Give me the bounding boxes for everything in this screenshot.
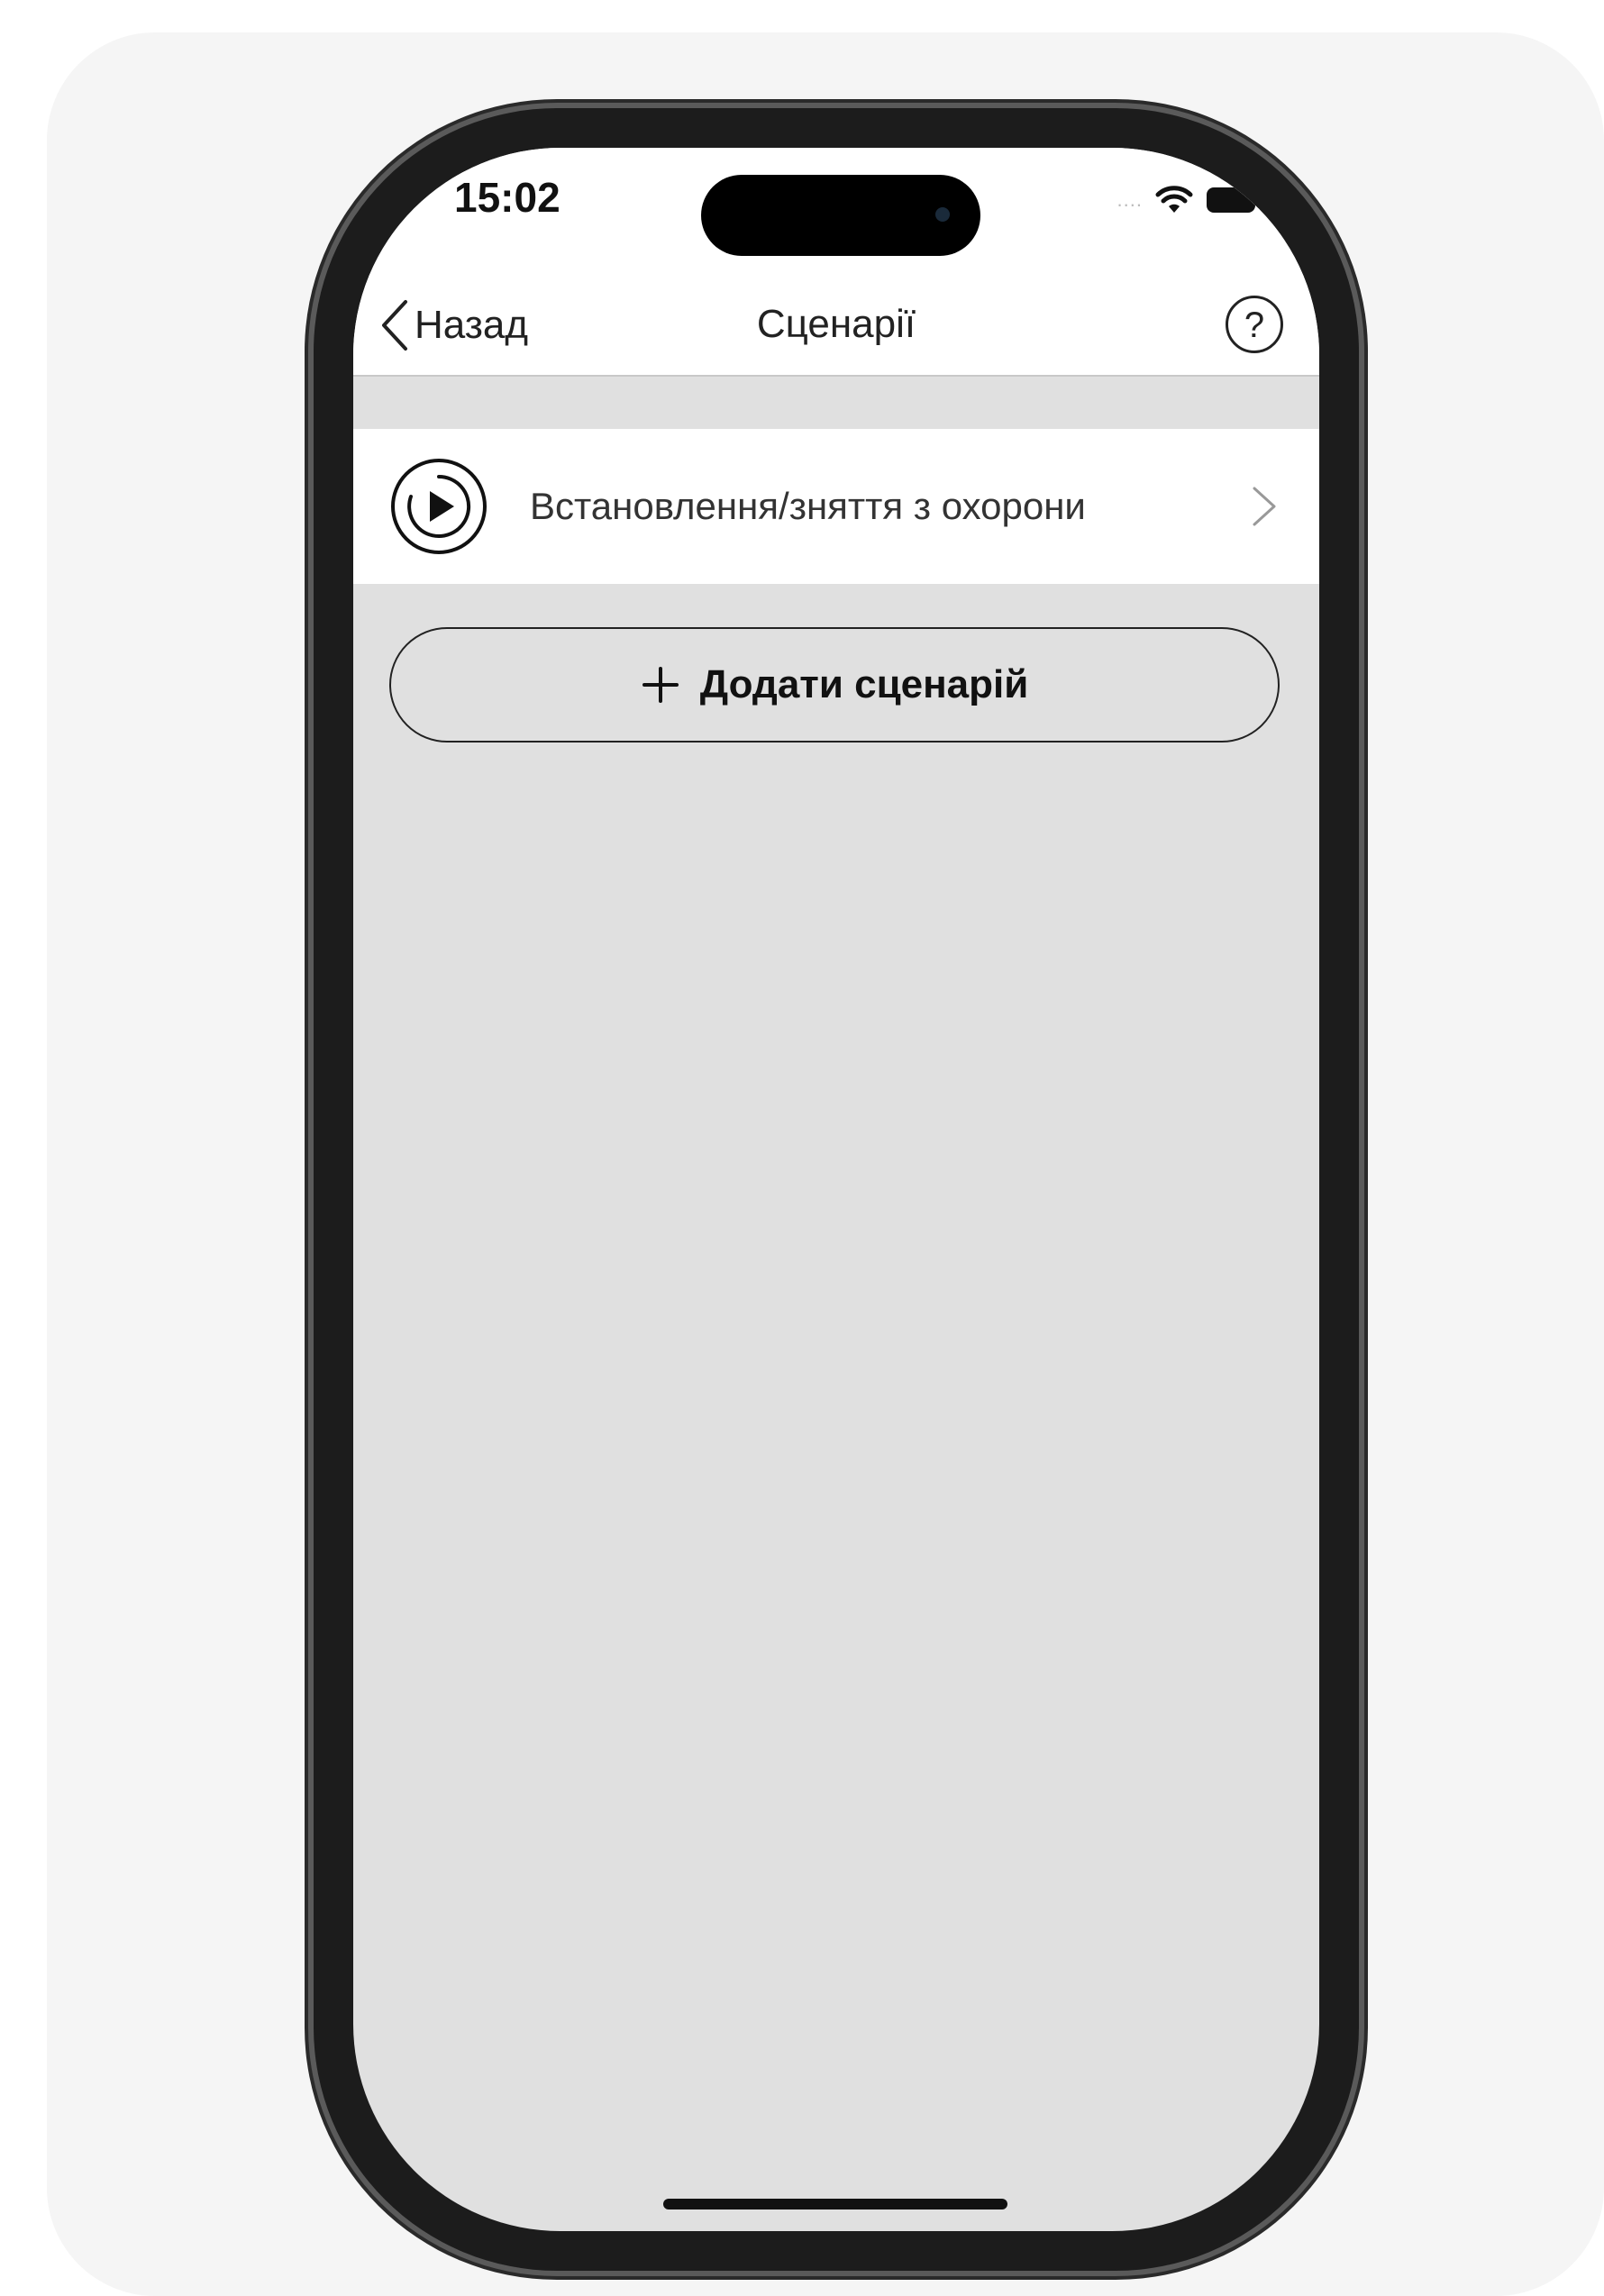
status-bar: 15:02 .... — [353, 148, 1319, 274]
navigation-bar: Назад Сценарії ? — [353, 274, 1319, 377]
status-icons: .... — [1117, 182, 1262, 218]
phone-frame: 15:02 .... Назад Сценарії ? Встановлення… — [314, 108, 1359, 2271]
play-circle-icon — [391, 459, 487, 554]
camera-icon — [935, 207, 950, 222]
add-scenario-button[interactable]: Додати сценарій — [389, 627, 1280, 743]
add-scenario-label: Додати сценарій — [699, 662, 1029, 706]
plus-icon — [642, 667, 679, 703]
status-time: 15:02 — [454, 174, 560, 221]
signal-icon: .... — [1116, 188, 1143, 211]
home-indicator[interactable] — [663, 2199, 1007, 2209]
dynamic-island — [701, 175, 980, 256]
wifi-icon — [1155, 186, 1193, 213]
scenario-label: Встановлення/зняття з охорони — [530, 485, 1086, 527]
list-item-scenario[interactable]: Встановлення/зняття з охорони — [353, 429, 1319, 584]
page-title: Сценарії — [756, 302, 916, 346]
phone-screen: 15:02 .... Назад Сценарії ? Встановлення… — [353, 148, 1319, 2231]
help-button[interactable]: ? — [1226, 296, 1283, 353]
battery-icon — [1207, 187, 1261, 213]
chevron-right-icon — [1253, 487, 1276, 526]
